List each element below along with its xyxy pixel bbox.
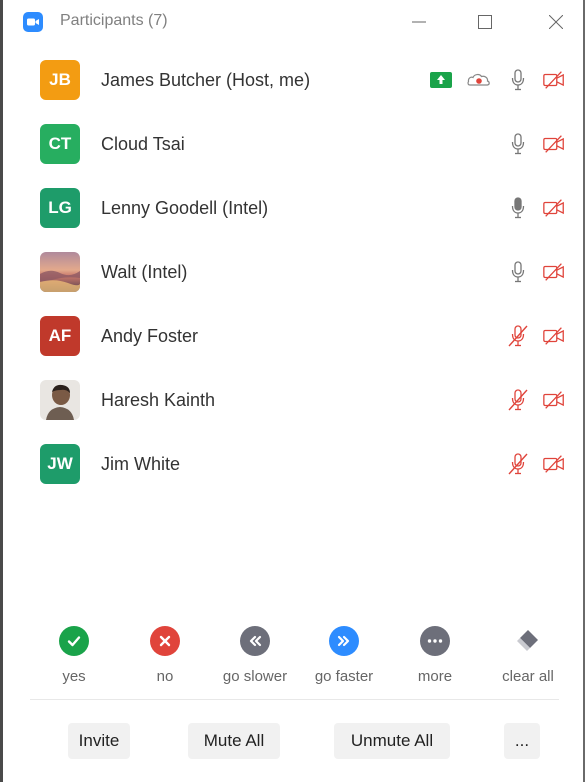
microphone-icon[interactable] xyxy=(506,68,530,92)
maximize-button[interactable] xyxy=(465,6,505,38)
microphone-icon[interactable] xyxy=(506,260,530,284)
participant-row[interactable]: CT Cloud Tsai xyxy=(3,112,583,176)
microphone-muted-icon[interactable] xyxy=(506,452,530,476)
minimize-icon xyxy=(412,21,426,23)
video-off-icon[interactable] xyxy=(542,132,566,156)
check-icon xyxy=(59,626,89,656)
microphone-speaking-icon[interactable] xyxy=(506,196,530,220)
reaction-no[interactable]: no xyxy=(120,622,210,685)
fast-forward-icon xyxy=(329,626,359,656)
participant-name: Jim White xyxy=(101,454,181,474)
reaction-go-faster[interactable]: go faster xyxy=(299,622,389,685)
video-off-icon[interactable] xyxy=(542,452,566,476)
zoom-app-icon xyxy=(23,12,43,32)
participant-name: Lenny Goodell (Intel) xyxy=(101,198,269,218)
more-options-button[interactable]: ... xyxy=(504,723,540,759)
avatar-photo xyxy=(40,252,80,292)
invite-button[interactable]: Invite xyxy=(68,723,130,759)
avatar: LG xyxy=(40,188,80,228)
video-off-icon[interactable] xyxy=(542,68,566,92)
reaction-more[interactable]: more xyxy=(390,622,480,685)
reaction-label: go slower xyxy=(222,668,288,685)
video-off-icon[interactable] xyxy=(542,196,566,220)
title-bar: Participants (7) xyxy=(3,0,583,44)
reaction-label: no xyxy=(156,668,174,685)
participant-name: Cloud Tsai xyxy=(101,134,185,154)
reaction-label: go faster xyxy=(314,668,374,685)
share-screen-icon xyxy=(429,68,453,92)
avatar: AF xyxy=(40,316,80,356)
participant-name: James Butcher (Host, me) xyxy=(101,70,311,90)
reaction-go-slower[interactable]: go slower xyxy=(210,622,300,685)
rewind-icon xyxy=(240,626,270,656)
participant-row[interactable]: Haresh Kainth xyxy=(3,368,583,432)
participant-row[interactable]: LG Lenny Goodell (Intel) xyxy=(3,176,583,240)
feedback-reactions: yes no go slower go faster more clear al… xyxy=(3,622,583,692)
window-title: Participants (7) xyxy=(60,12,168,29)
close-icon xyxy=(549,15,563,29)
x-icon xyxy=(150,626,180,656)
maximize-icon xyxy=(478,15,492,29)
minimize-button[interactable] xyxy=(399,6,439,38)
participant-row[interactable]: JW Jim White xyxy=(3,432,583,496)
participant-list: JB James Butcher (Host, me) CT Cloud Tsa… xyxy=(3,48,583,496)
participant-row[interactable]: AF Andy Foster xyxy=(3,304,583,368)
video-off-icon[interactable] xyxy=(542,388,566,412)
reaction-label: clear all xyxy=(502,668,554,685)
video-off-icon[interactable] xyxy=(542,324,566,348)
divider xyxy=(30,699,559,700)
avatar: CT xyxy=(40,124,80,164)
microphone-muted-icon[interactable] xyxy=(506,324,530,348)
avatar: JB xyxy=(40,60,80,100)
mute-all-button[interactable]: Mute All xyxy=(188,723,280,759)
participant-name: Haresh Kainth xyxy=(101,390,216,410)
eraser-icon xyxy=(513,626,543,656)
microphone-icon[interactable] xyxy=(506,132,530,156)
participant-name: Andy Foster xyxy=(101,326,199,346)
unmute-all-button[interactable]: Unmute All xyxy=(334,723,450,759)
reaction-label: more xyxy=(417,668,453,685)
reaction-label: yes xyxy=(62,668,86,685)
participant-row[interactable]: JB James Butcher (Host, me) xyxy=(3,48,583,112)
avatar: JW xyxy=(40,444,80,484)
reaction-clear-all[interactable]: clear all xyxy=(483,622,573,685)
microphone-muted-icon[interactable] xyxy=(506,388,530,412)
recording-icon xyxy=(467,68,491,92)
participant-row[interactable]: Walt (Intel) xyxy=(3,240,583,304)
close-button[interactable] xyxy=(536,6,576,38)
participant-name: Walt (Intel) xyxy=(101,262,188,282)
avatar-photo xyxy=(40,380,80,420)
video-off-icon[interactable] xyxy=(542,260,566,284)
reaction-yes[interactable]: yes xyxy=(29,622,119,685)
more-icon xyxy=(420,626,450,656)
